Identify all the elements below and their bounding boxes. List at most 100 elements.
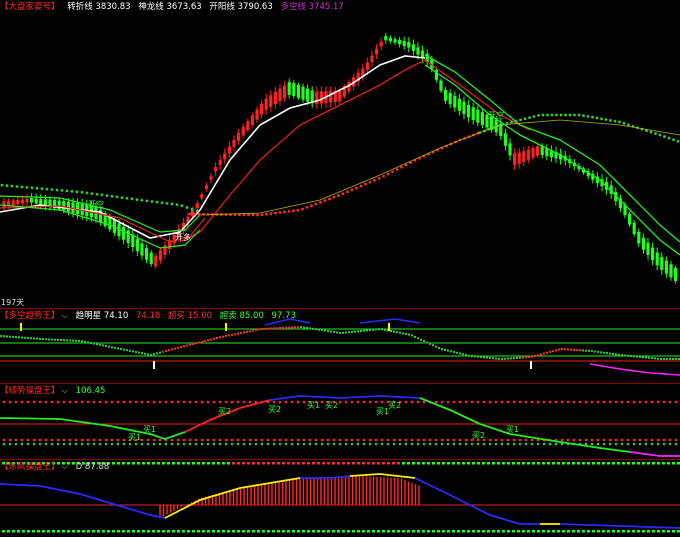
follow-green-dotted [668, 442, 672, 446]
follow-red-dotted-bottom [674, 438, 678, 442]
follow-red-dotted-bottom [416, 438, 420, 442]
trend-dot [555, 349, 557, 352]
follow-red-dotted-top [128, 400, 132, 404]
eastwind-bottom-marker [432, 530, 435, 533]
follow-red-dotted-bottom [32, 438, 36, 442]
main-chart-pane[interactable]: 【大盘家宴号】 转折线 3830.83 神龙线 3673.63 开阳线 3790… [0, 0, 680, 308]
dotted-ma-left [140, 198, 144, 202]
follow-red-dotted-bottom [338, 438, 342, 442]
chevron-down-icon[interactable]: ⌵ [62, 462, 68, 472]
trend-dot [402, 332, 404, 335]
eastwind-top-marker [202, 462, 205, 465]
trend-dot [507, 357, 509, 360]
eastwind-bottom-marker [22, 530, 25, 533]
follow-red-dotted-bottom [194, 438, 198, 442]
trend-dot [543, 352, 545, 355]
eastwind-bottom-marker [572, 530, 575, 533]
dotted-ma-left [60, 189, 64, 192]
follow-pane[interactable]: 【顺势操盘王】 ⌵ 106.45 买1 买1 买2 买2 买1 买2 买1 买2 买2 买1 [0, 384, 680, 459]
follow-red-dotted-bottom [38, 438, 42, 442]
trend-header: 【多空趋势王】 ⌵ 趋明星 74.10 74.18 超买 15.00 超卖 85.… [0, 309, 301, 323]
chevron-down-icon[interactable]: ⌵ [62, 386, 68, 396]
eastwind-bottom-marker [467, 530, 470, 533]
eastwind-top-marker [377, 462, 380, 465]
eastwind-top-marker [607, 462, 610, 465]
follow-red-dotted-bottom [452, 438, 456, 442]
follow-green-dotted [254, 442, 258, 446]
main-candlestick-chart[interactable]: 开空开多 开空 [0, 0, 680, 308]
follow-red-dotted-bottom [614, 438, 618, 442]
follow-red-dotted-top [668, 400, 672, 404]
dotted-red-ma [260, 213, 264, 217]
trend-dot [486, 356, 488, 359]
eastwind-top-marker [432, 462, 435, 465]
dotted-ma-left [125, 196, 129, 200]
trend-dot [174, 347, 176, 350]
follow-red-dotted-bottom [26, 438, 30, 442]
follow-green-dotted [494, 442, 498, 446]
eastwind-top-marker [412, 462, 415, 465]
eastwind-bottom-marker [277, 530, 280, 533]
eastwind-bottom-marker [457, 530, 460, 533]
trend-dot [321, 329, 323, 332]
candle-body [393, 39, 397, 43]
eastwind-bottom-marker [32, 530, 35, 533]
follow-green-dotted [482, 442, 486, 446]
follow-red-dotted-top [116, 400, 120, 404]
trend-dot [561, 348, 563, 351]
dotted-ma-left [185, 206, 189, 209]
eastwind-top-marker [527, 462, 530, 465]
follow-red-dotted-top [440, 400, 444, 404]
eastwind-top-marker [597, 462, 600, 465]
follow-red-dotted-top [284, 400, 288, 404]
chevron-down-icon[interactable]: ⌵ [62, 311, 68, 321]
follow-red-dotted-top [290, 400, 294, 404]
eastwind-bottom-marker [372, 530, 375, 533]
dotted-red-ma [301, 207, 304, 211]
eastwind-blue-curve-3 [414, 477, 540, 525]
trend-dot [45, 338, 47, 341]
trend-dot [633, 355, 635, 358]
trend-dot [132, 350, 134, 353]
eastwind-bottom-marker [102, 530, 105, 533]
follow-red-dotted-top [278, 400, 282, 404]
trend-dot [558, 348, 560, 351]
follow-red-dotted-bottom [440, 438, 444, 442]
trend-yellow-marker [225, 323, 227, 331]
dotted-ma-left [50, 188, 54, 191]
follow-red-dotted-bottom [98, 438, 102, 442]
eastwind-top-marker [502, 462, 505, 465]
dotted-ma-left [135, 198, 139, 202]
follow-red-dotted-top [74, 400, 78, 404]
dotted-red-ma [283, 210, 286, 214]
follow-green-dotted [632, 442, 636, 446]
trend-dot [201, 340, 203, 343]
eastwind-bottom-marker [632, 530, 635, 533]
follow-red-dotted-bottom [650, 438, 654, 442]
follow-red-dotted-bottom [560, 438, 564, 442]
trend-dot [165, 350, 167, 352]
eastwind-top-marker [567, 462, 570, 465]
follow-green-dotted [548, 442, 552, 446]
follow-red-dotted-bottom [350, 438, 354, 442]
candle-body [522, 151, 526, 162]
follow-green-dotted [536, 442, 540, 446]
follow-red-dotted-top [56, 400, 60, 404]
follow-green-dotted [386, 442, 390, 446]
dotted-red-ma [188, 212, 192, 216]
eastwind-pane[interactable]: 【东风操盘王】 ⌵ D 87.88 [0, 460, 680, 537]
trend-pane[interactable]: 【多空趋势王】 ⌵ 趋明星 74.10 74.18 超买 15.00 超卖 85.… [0, 309, 680, 383]
follow-red-dotted-top [302, 400, 306, 404]
eastwind-top-marker [477, 462, 480, 465]
follow-red-dotted-bottom [638, 438, 642, 442]
follow-red-dotted-top [236, 400, 240, 404]
eastwind-top-marker [257, 462, 260, 465]
dotted-ma-left [170, 202, 174, 206]
candle-body [664, 260, 668, 274]
candle-body [154, 255, 158, 267]
follow-red-dotted-top [614, 400, 618, 404]
trend-dot [81, 340, 83, 343]
trend-dot [429, 342, 431, 345]
follow-red-dotted-top [650, 400, 654, 404]
eastwind-top-marker [642, 462, 645, 465]
